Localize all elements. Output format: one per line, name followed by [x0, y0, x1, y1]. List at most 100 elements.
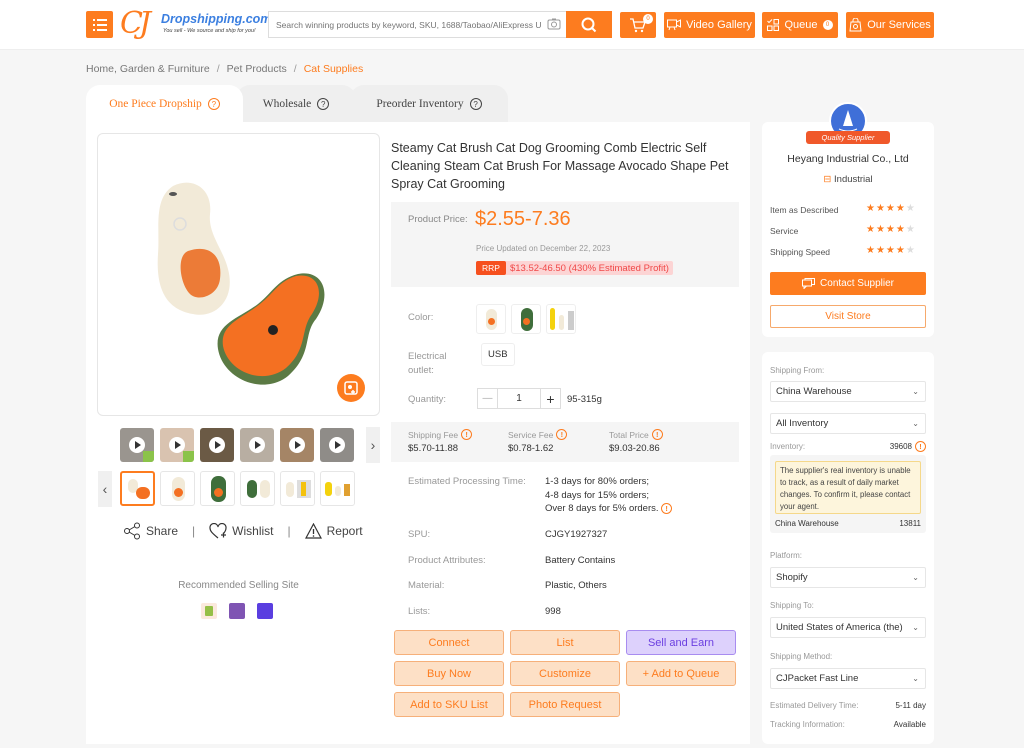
rating-label: Item as Described [770, 205, 839, 215]
info-icon[interactable]: ! [661, 503, 673, 515]
fee-label: Total Price [609, 429, 649, 440]
camera-icon[interactable] [547, 17, 561, 31]
rating-service: Service ★★★★★ [770, 224, 928, 236]
breadcrumb: Home, Garden & Furniture / Pet Products / Ca… [86, 63, 363, 75]
divider: | [287, 524, 291, 538]
services-icon [849, 18, 862, 32]
color-option-beige[interactable] [476, 304, 506, 334]
woocommerce-icon[interactable] [229, 603, 245, 619]
info-icon[interactable]: ! [915, 441, 926, 452]
cart-button[interactable]: 0 [620, 12, 656, 38]
photo-thumbnail[interactable] [240, 471, 275, 506]
color-option-set[interactable] [546, 304, 576, 334]
video-next-arrow[interactable]: › [366, 427, 380, 463]
video-thumbnail[interactable] [120, 428, 154, 462]
video-thumbnail[interactable] [200, 428, 234, 462]
tab-one-piece-dropship[interactable]: One Piece Dropship? [86, 85, 243, 123]
breadcrumb-current[interactable]: Cat Supplies [304, 63, 364, 75]
video-gallery-button[interactable]: Video Gallery [664, 12, 755, 38]
photo-request-button[interactable]: Photo Request [510, 692, 620, 717]
selected-value: China Warehouse [776, 386, 852, 397]
search-icon [581, 17, 597, 32]
info-icon[interactable]: ! [461, 429, 473, 440]
video-thumbnail[interactable] [160, 428, 194, 462]
outlet-label: Electrical outlet: [408, 350, 447, 378]
tab-preorder-inventory[interactable]: Preorder Inventory? [350, 85, 508, 123]
shipping-to-select[interactable]: United States of America (the) ⌄ [770, 617, 926, 638]
image-search-button[interactable] [337, 374, 365, 402]
rrp-value: $13.52-46.50 (430% Estimated Profit) [509, 262, 669, 274]
product-price: $2.55-7.36 [475, 208, 571, 230]
help-icon[interactable]: ? [207, 98, 220, 110]
increase-quantity-button[interactable]: + [540, 389, 560, 408]
platform-select[interactable]: Shopify ⌄ [770, 567, 926, 588]
recommended-selling-sites [201, 603, 273, 619]
breadcrumb-item[interactable]: Pet Products [227, 63, 287, 75]
tab-label: Preorder Inventory [376, 98, 464, 110]
connect-button[interactable]: Connect [394, 630, 504, 655]
our-services-button[interactable]: Our Services [846, 12, 934, 38]
supplier-name[interactable]: Heyang Industrial Co., Ltd [762, 153, 934, 165]
wishlist-button[interactable]: Wishlist [209, 522, 274, 540]
video-thumbnail[interactable] [280, 428, 314, 462]
outlet-option-usb[interactable]: USB [481, 343, 515, 366]
selected-value: CJPacket Fast Line [776, 673, 859, 684]
sell-and-earn-button[interactable]: Sell and Earn [626, 630, 736, 655]
photo-prev-arrow[interactable]: ‹ [98, 471, 112, 507]
our-services-label: Our Services [867, 19, 931, 31]
info-icon[interactable]: ! [651, 429, 663, 440]
quantity-input[interactable]: 1 [498, 389, 540, 408]
logo[interactable]: CJ Dropshipping.com You sell - We source… [118, 6, 271, 42]
search-button[interactable] [566, 11, 612, 38]
video-thumbnail[interactable] [240, 428, 274, 462]
customize-button[interactable]: Customize [510, 661, 620, 686]
photo-thumbnail[interactable] [120, 471, 155, 506]
search-input[interactable] [269, 12, 541, 37]
product-actions: Share | Wishlist | Report [123, 522, 363, 540]
share-icon [124, 522, 140, 540]
play-icon [209, 437, 225, 453]
photo-thumbnail[interactable] [200, 471, 235, 506]
heart-plus-icon [209, 522, 227, 538]
buy-now-button[interactable]: Buy Now [394, 661, 504, 686]
rating-shipping-speed: Shipping Speed ★★★★★ [770, 245, 928, 257]
video-thumbnails [120, 428, 354, 462]
photo-thumbnail[interactable] [160, 471, 195, 506]
video-thumbnail[interactable] [320, 428, 354, 462]
wix-icon[interactable] [257, 603, 273, 619]
shipping-method-select[interactable]: CJPacket Fast Line ⌄ [770, 668, 926, 689]
attributes-label: Product Attributes: [408, 555, 486, 566]
top-navigation-bar: CJ Dropshipping.com You sell - We source… [0, 0, 1024, 50]
shipping-from-select[interactable]: China Warehouse ⌄ [770, 381, 926, 402]
help-icon[interactable]: ? [469, 98, 482, 110]
delivery-time-value: 5-11 day [895, 701, 926, 710]
queue-button[interactable]: Queue 0 [762, 12, 838, 38]
logo-tagline: You sell - We source and ship for you! [163, 28, 256, 34]
share-button[interactable]: Share [123, 522, 178, 540]
tab-wholesale[interactable]: Wholesale? [236, 85, 356, 123]
shipping-to-label: Shipping To: [770, 601, 814, 610]
add-to-sku-list-button[interactable]: Add to SKU List [394, 692, 504, 717]
menu-icon [92, 18, 107, 31]
photo-thumbnail[interactable] [320, 471, 355, 506]
info-icon[interactable]: ! [556, 429, 568, 440]
color-option-green[interactable] [511, 304, 541, 334]
add-to-queue-button[interactable]: + Add to Queue [626, 661, 736, 686]
outlet-label-line2: outlet: [408, 365, 434, 376]
shopify-icon[interactable] [201, 603, 217, 619]
outlet-label-line1: Electrical [408, 351, 447, 362]
decrease-quantity-button[interactable]: — [478, 389, 498, 408]
report-button[interactable]: Report [304, 523, 363, 539]
contact-supplier-button[interactable]: Contact Supplier [770, 272, 926, 295]
play-icon [249, 437, 265, 453]
visit-store-button[interactable]: Visit Store [770, 305, 926, 328]
main-product-image[interactable] [97, 133, 380, 416]
photo-thumbnail[interactable] [280, 471, 315, 506]
inventory-filter-select[interactable]: All Inventory ⌄ [770, 413, 926, 434]
breadcrumb-separator: / [293, 63, 297, 75]
help-icon[interactable]: ? [317, 98, 330, 110]
breadcrumb-item[interactable]: Home, Garden & Furniture [86, 63, 210, 75]
warning-icon [304, 523, 322, 539]
menu-button[interactable] [86, 11, 113, 38]
list-button[interactable]: List [510, 630, 620, 655]
